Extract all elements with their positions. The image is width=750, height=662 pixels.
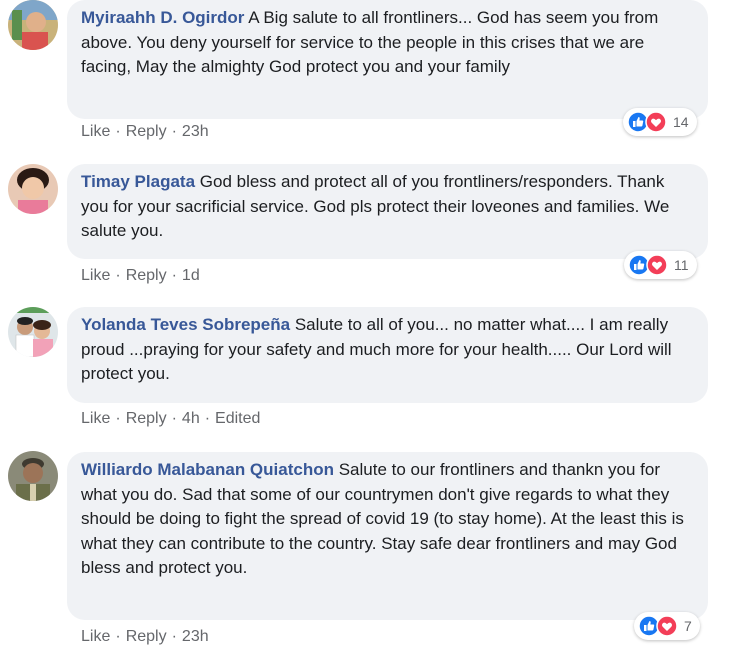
love-icon	[646, 254, 668, 276]
comment-actions: Like · Reply · 4h · Edited	[81, 410, 261, 427]
timestamp[interactable]: 1d	[182, 267, 200, 284]
edited-label[interactable]: Edited	[215, 410, 260, 427]
reply-link[interactable]: Reply	[126, 267, 167, 284]
like-link[interactable]: Like	[81, 410, 110, 427]
love-icon	[645, 111, 667, 133]
reply-link[interactable]: Reply	[126, 123, 167, 140]
avatar[interactable]	[8, 451, 58, 501]
avatar[interactable]	[8, 164, 58, 214]
like-link[interactable]: Like	[81, 123, 110, 140]
comment-actions: Like · Reply · 1d	[81, 267, 200, 284]
reply-link[interactable]: Reply	[126, 628, 167, 645]
love-icon	[656, 615, 678, 637]
avatar[interactable]	[8, 307, 58, 357]
comment-author[interactable]: Myiraahh D. Ogirdor	[81, 8, 244, 27]
reaction-summary[interactable]: 14	[623, 108, 697, 136]
timestamp[interactable]: 23h	[182, 123, 209, 140]
reaction-summary[interactable]: 7	[634, 612, 700, 640]
comment-actions: Like · Reply · 23h	[81, 123, 209, 140]
timestamp[interactable]: 23h	[182, 628, 209, 645]
reaction-count: 11	[674, 257, 689, 273]
comment-bubble: Williardo Malabanan Quiatchon Salute to …	[67, 452, 708, 620]
comment-bubble: Myiraahh D. Ogirdor A Big salute to all …	[67, 0, 708, 119]
reaction-count: 14	[673, 114, 689, 130]
reply-link[interactable]: Reply	[126, 410, 167, 427]
timestamp[interactable]: 4h	[182, 410, 200, 427]
reaction-summary[interactable]: 11	[624, 251, 697, 279]
comment-bubble: Yolanda Teves Sobrepeña Salute to all of…	[67, 307, 708, 403]
reaction-count: 7	[684, 618, 692, 634]
comment-bubble: Timay Plagata God bless and protect all …	[67, 164, 708, 259]
avatar[interactable]	[8, 0, 58, 50]
comment-author[interactable]: Williardo Malabanan Quiatchon	[81, 460, 334, 479]
comment-author[interactable]: Yolanda Teves Sobrepeña	[81, 315, 290, 334]
comment-actions: Like · Reply · 23h	[81, 628, 209, 645]
like-link[interactable]: Like	[81, 267, 110, 284]
comment-author[interactable]: Timay Plagata	[81, 172, 195, 191]
like-link[interactable]: Like	[81, 628, 110, 645]
